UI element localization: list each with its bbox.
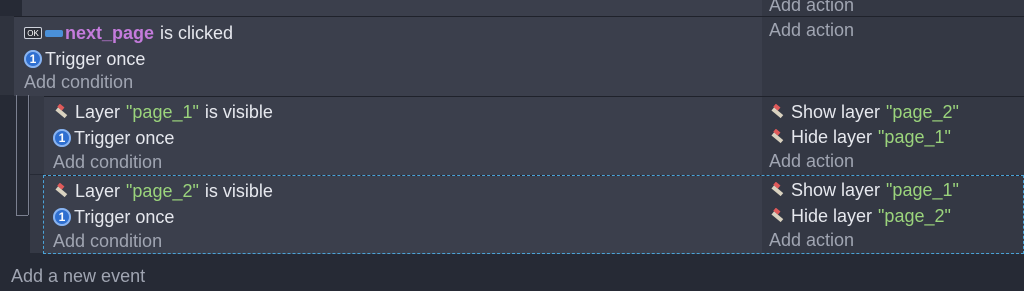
action-row-show-layer[interactable]: Show layer "page_2" xyxy=(769,100,959,124)
condition-suffix: is visible xyxy=(204,180,273,201)
layer-name: "page_1" xyxy=(126,101,199,122)
layer-icon xyxy=(53,103,71,121)
condition-text: is clicked xyxy=(160,22,234,43)
action-value: "page_2" xyxy=(878,205,951,226)
action-value: "page_1" xyxy=(886,179,959,200)
action-value: "page_2" xyxy=(886,101,959,122)
layer-icon xyxy=(769,207,787,225)
object-name: next_page xyxy=(65,22,155,43)
add-action-link[interactable]: Add action xyxy=(769,228,854,252)
layer-icon xyxy=(769,103,787,121)
condition-row-trigger-once[interactable]: 1 Trigger once xyxy=(53,126,174,150)
action-value: "page_1" xyxy=(878,126,951,147)
condition-row-clicked[interactable]: OK next_page is clicked xyxy=(24,21,233,45)
condition-row-trigger-once[interactable]: 1 Trigger once xyxy=(53,205,174,229)
layer-icon xyxy=(769,128,787,146)
add-new-event-link[interactable]: Add a new event xyxy=(11,264,145,288)
number-one-icon: 1 xyxy=(53,208,71,226)
condition-suffix: is visible xyxy=(204,101,273,122)
layer-icon xyxy=(53,182,71,200)
action-label: Show layer xyxy=(791,179,881,200)
condition-row-trigger-once[interactable]: 1 Trigger once xyxy=(24,47,145,71)
number-one-icon: 1 xyxy=(53,129,71,147)
touch-icon: OK xyxy=(24,27,42,39)
add-action-link[interactable]: Add action xyxy=(769,0,854,15)
tree-line xyxy=(16,95,17,215)
action-row-hide-layer[interactable]: Hide layer "page_1" xyxy=(769,125,951,149)
action-label: Show layer xyxy=(791,101,881,122)
action-label: Hide layer xyxy=(791,126,873,147)
layer-name: "page_2" xyxy=(126,180,199,201)
sub-event-gutter[interactable] xyxy=(30,175,44,253)
condition-row-layer-visible[interactable]: Layer "page_2" is visible xyxy=(53,179,273,203)
number-one-icon: 1 xyxy=(24,50,42,68)
tree-line xyxy=(16,215,28,216)
condition-text: Trigger once xyxy=(74,206,175,227)
object-icon xyxy=(45,29,63,37)
condition-row-layer-visible[interactable]: Layer "page_1" is visible xyxy=(53,100,273,124)
action-row-hide-layer[interactable]: Hide layer "page_2" xyxy=(769,204,951,228)
add-condition-link[interactable]: Add condition xyxy=(24,71,133,93)
action-row-show-layer[interactable]: Show layer "page_1" xyxy=(769,178,959,202)
tree-line xyxy=(28,95,29,215)
condition-prefix: Layer xyxy=(75,101,121,122)
layer-icon xyxy=(769,181,787,199)
event-gutter[interactable] xyxy=(0,16,14,95)
sub-event-gutter[interactable] xyxy=(30,96,44,174)
condition-prefix: Layer xyxy=(75,180,121,201)
previous-event-conditions xyxy=(22,0,762,16)
condition-text: Trigger once xyxy=(45,48,146,69)
condition-text: Trigger once xyxy=(74,127,175,148)
add-condition-link[interactable]: Add condition xyxy=(53,150,162,174)
add-action-link[interactable]: Add action xyxy=(769,18,854,42)
add-action-link[interactable]: Add action xyxy=(769,149,854,173)
add-condition-link[interactable]: Add condition xyxy=(53,229,162,253)
action-label: Hide layer xyxy=(791,205,873,226)
